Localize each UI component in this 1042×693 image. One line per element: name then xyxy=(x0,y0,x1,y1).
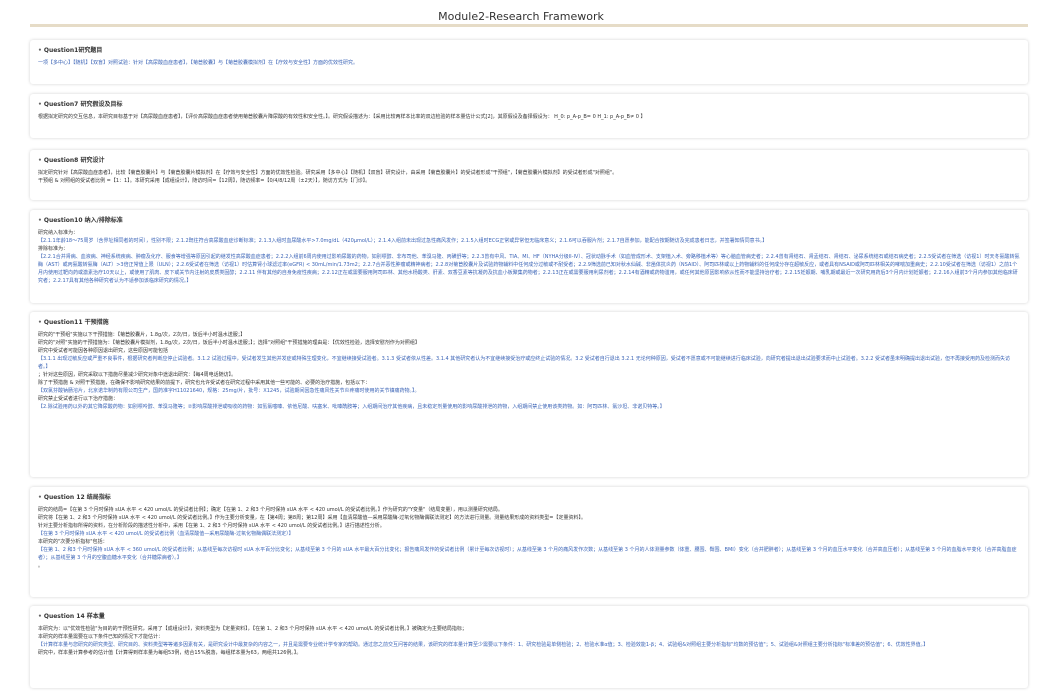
section-text: 【双氯芬酸钠肠溶片，北京诺华制药有限公司生产，国药准字H11021640，规格：… xyxy=(38,388,420,394)
section-text: 本研究的样本量需要在以下条件已知的情况下才能估计： xyxy=(38,634,164,640)
section-heading-text: Question 12 结局指标 xyxy=(43,494,111,501)
section-text: 【2.1.1年龄18～75周岁（含界址相同者的时间），性别不限；2.1.2既往符… xyxy=(38,238,768,244)
section-text: 干预组 & 对照组的受试者比例 =【1：1】。本研究采用【成组设计】，随访时间=… xyxy=(38,178,371,184)
section-card-q1: • Question1研究题目 一项【多中心】【随机】【双盲】对照试验：针对【高尿… xyxy=(30,40,1028,84)
section-text: 排除标准为： xyxy=(38,246,69,252)
section-card-q14: • Question 14 样本量 本研究为：以"优效性检验"为目的的干预性研究，… xyxy=(30,606,1028,688)
section-heading-text: Question8 研究设计 xyxy=(43,157,105,164)
section-text: 【在第 1、2 和3 个月时保持 sUA 水平 < 360 umol/L 的受试… xyxy=(38,547,1017,561)
section-heading: • Question10 纳入/排除标准 xyxy=(38,217,123,224)
section-text: 。 xyxy=(38,563,44,569)
section-text: 研究禁止受试者进行以下治疗措施： xyxy=(38,396,119,402)
section-text: 一项【多中心】【随机】【双盲】对照试验：针对【高尿酸血症患者】，【菊苣胶囊】与【… xyxy=(38,60,359,66)
section-text: 本研究的"次要分析指标"包括： xyxy=(38,539,108,545)
section-heading: • Question 14 样本量 xyxy=(38,613,105,620)
section-text: 本研究为：以"优效性检验"为目的的干预性研究，采用了【成组设计】，资料类型为【定… xyxy=(38,626,467,632)
section-text: 拟定研究针对【高尿酸血症患者】，比较【菊苣胶囊片】与【菊苣胶囊片模拟剂】在【疗效… xyxy=(38,170,618,176)
section-heading-text: Question1研究题目 xyxy=(43,47,103,54)
section-card-q7: • Question7 研究假设及目标 根据拟定研究的交互信息，本研究目标基于对【… xyxy=(30,94,1028,138)
section-heading-text: Question 14 样本量 xyxy=(43,613,105,620)
section-heading: • Question7 研究假设及目标 xyxy=(38,101,123,108)
section-heading-text: Question7 研究假设及目标 xyxy=(43,101,123,108)
section-text: 针对主要分析指标所得的资料，在分析阶段的描述性分析中，采用【在第 1、2 和3 … xyxy=(38,523,385,529)
section-heading: • Question 12 结局指标 xyxy=(38,494,111,501)
section-text: 【2.除试验用药以外的其它降尿酸药物：如别嘌呤醇、苯溴马隆等；②影响尿酸排泄或吸… xyxy=(38,404,665,410)
section-text: 研究将【在第 1、2 和3 个月时保持 sUA 水平 < 420 umol/L … xyxy=(38,515,586,521)
section-heading: • Question8 研究设计 xyxy=(38,157,105,164)
section-text: 研究纳入标准为： xyxy=(38,230,79,236)
section-text: 研究中受试者可能因各种原因退出研究，这些原因可能包括 xyxy=(38,348,169,354)
section-text: ；针对这些原因，研究采取以下措施尽量减少研究对象中途退出研究：【每4周电话随访】… xyxy=(38,372,237,378)
section-text: 研究的"对照"实施的干预措施为：【菊苣胶囊片模拟剂，1.8g/次，2次/日，饭后… xyxy=(38,340,420,346)
section-text: 研究的"干预组"实施以下干预措施：【菊苣胶囊片，1.8g/次，2次/日，饭后半小… xyxy=(38,332,246,338)
section-text: 【2.2.1合并肾病、血液病、神经系统疾病、肿瘤及化疗、服食等增强等原因引起的继… xyxy=(38,254,1020,284)
section-text: 【计算样本量与您研究的研究类型、研究目的、资料类型等等诸多因素有关，是研究设计中… xyxy=(38,642,929,648)
section-card-q12: • Question 12 结局指标 研究的结局=【在第 3 个月时保持 sUA … xyxy=(30,487,1028,597)
section-text: 研究中，样本量计算参考的估计值【计算得到样本量为每组53例，结合15%脱落，每组… xyxy=(38,650,302,656)
section-heading-text: Question10 纳入/排除标准 xyxy=(43,217,123,224)
section-card-q11: • Question11 干预措施 研究的"干预组"实施以下干预措施：【菊苣胶囊片… xyxy=(30,312,1028,477)
section-text: 根据拟定研究的交互信息，本研究目标基于对【高尿酸血症患者】，【评价高尿酸血症患者… xyxy=(38,114,646,120)
section-text: 【在第 3 个月时保持 sUA 水平 < 420 umol/L 的受试者比例（血… xyxy=(38,531,294,537)
section-card-q10: • Question10 纳入/排除标准 研究纳入标准为： 【2.1.1年龄18～… xyxy=(30,210,1028,303)
section-text: 研究的结局=【在第 3 个月时保持 sUA 水平 < 420 umol/L 的受… xyxy=(38,507,503,513)
section-card-q8: • Question8 研究设计 拟定研究针对【高尿酸血症患者】，比较【菊苣胶囊片… xyxy=(30,150,1028,200)
section-heading: • Question1研究题目 xyxy=(38,47,103,54)
section-text: 除了干预措施 & 对照干预措施，在确保不影响研究结果的前提下，研究也允许受试者在… xyxy=(38,380,371,386)
section-heading-text: Question11 干预措施 xyxy=(43,319,109,326)
section-heading: • Question11 干预措施 xyxy=(38,319,109,326)
title-divider xyxy=(30,24,1028,27)
section-text: 【3.1.1 出现过敏反应或严重不良事件，根据研究者判断应停止试验者。3.1.2… xyxy=(38,356,1011,370)
window-title: Module2-Research Framework xyxy=(438,10,604,23)
